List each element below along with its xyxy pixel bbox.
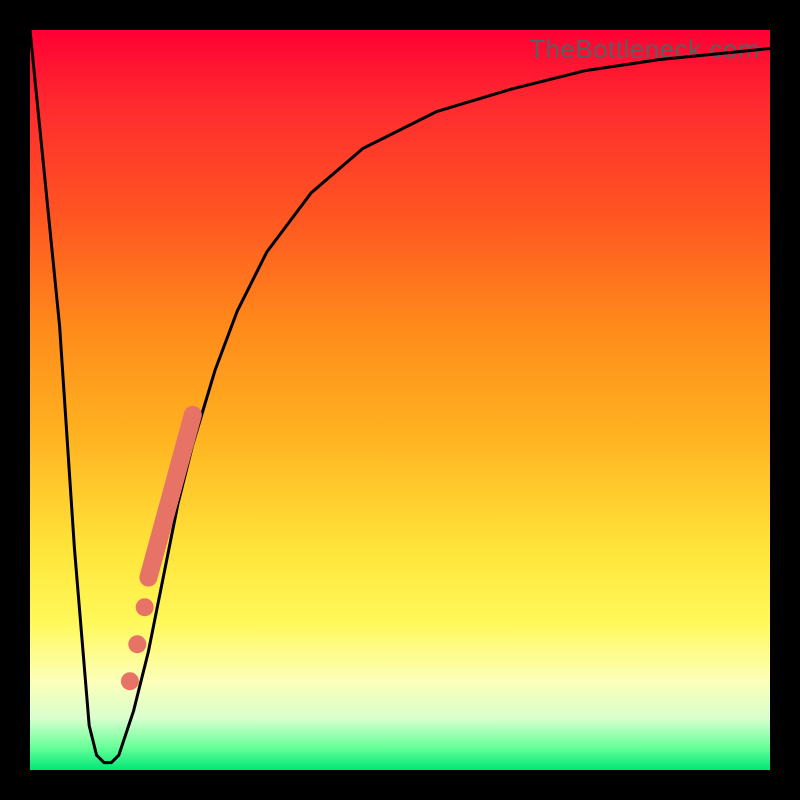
curve-layer [30,30,770,770]
bottleneck-curve [30,30,770,763]
chart-frame: TheBottleneck.com [0,0,800,800]
dot-3 [121,672,139,690]
segment-highlight [148,415,192,578]
plot-area: TheBottleneck.com [30,30,770,770]
dot-2 [128,635,146,653]
dot-1 [136,598,154,616]
